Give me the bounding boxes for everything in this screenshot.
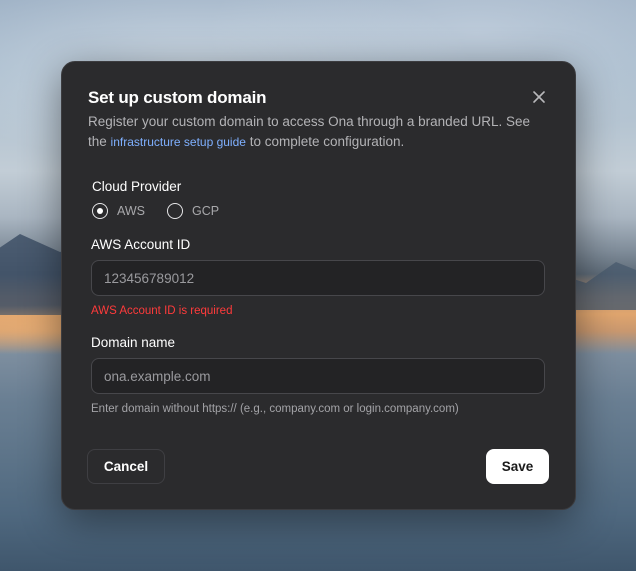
aws-account-id-label: AWS Account ID xyxy=(91,237,191,252)
close-button[interactable] xyxy=(531,89,547,105)
infrastructure-setup-guide-link[interactable]: infrastructure setup guide xyxy=(111,135,246,149)
cloud-provider-label: Cloud Provider xyxy=(92,179,182,194)
cancel-button[interactable]: Cancel xyxy=(87,449,165,484)
cloud-provider-radio-group: AWS GCP xyxy=(92,203,241,219)
domain-name-input[interactable] xyxy=(91,358,545,394)
domain-name-label: Domain name xyxy=(91,335,176,350)
dialog-title: Set up custom domain xyxy=(88,88,267,107)
domain-name-hint: Enter domain without https:// (e.g., com… xyxy=(91,403,459,415)
radio-selected-indicator xyxy=(92,203,108,219)
radio-unselected-indicator xyxy=(167,203,184,219)
aws-account-id-error: AWS Account ID is required xyxy=(91,305,233,317)
radio-label-aws: AWS xyxy=(117,204,146,218)
dialog-description: Register your custom domain to access On… xyxy=(88,112,548,152)
save-button[interactable]: Save xyxy=(486,449,549,484)
close-icon xyxy=(531,89,547,105)
description-text-end: to complete configuration. xyxy=(245,134,405,149)
radio-aws[interactable]: AWS xyxy=(92,203,145,219)
custom-domain-dialog: Set up custom domain Register your custo… xyxy=(61,61,576,510)
aws-account-id-input[interactable] xyxy=(91,260,545,296)
radio-label-gcp: GCP xyxy=(192,204,220,218)
radio-gcp[interactable]: GCP xyxy=(167,203,219,219)
